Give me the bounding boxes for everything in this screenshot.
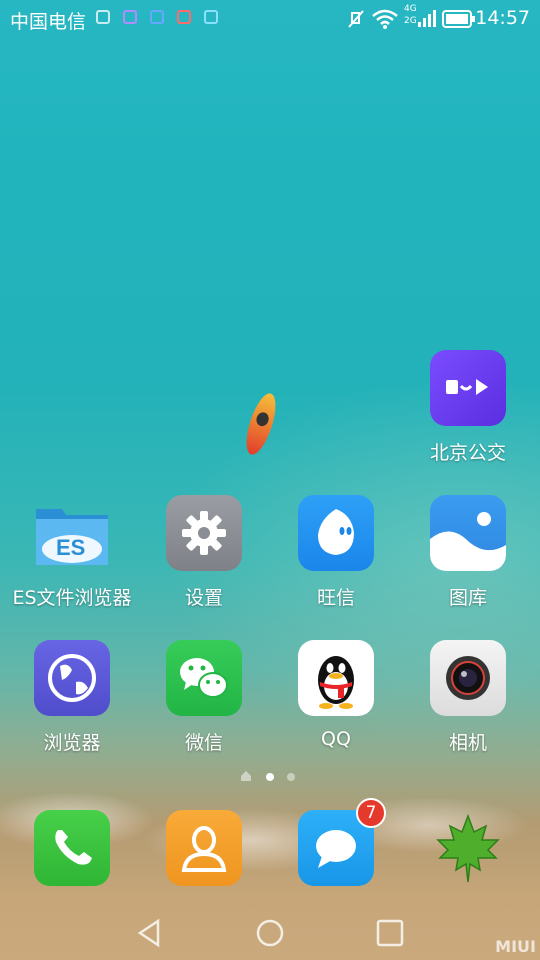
dock-greenify[interactable] — [408, 810, 528, 886]
phone-icon — [34, 810, 110, 886]
gallery-icon — [96, 10, 110, 24]
signal-icon — [418, 10, 436, 27]
huawei-icon — [177, 10, 191, 24]
app-label: 浏览器 — [43, 732, 101, 754]
app-settings[interactable]: 设置 — [144, 495, 264, 610]
page-dot-1[interactable] — [266, 773, 274, 781]
camera-icon — [430, 640, 506, 716]
app-camera[interactable]: 相机 — [408, 640, 528, 755]
contacts-icon — [166, 810, 242, 886]
navigation-bar: MIUI — [0, 905, 540, 960]
svg-text:ES: ES — [56, 535, 85, 560]
globe-icon — [34, 640, 110, 716]
app-es-file-browser[interactable]: ES ES文件浏览器 — [12, 495, 132, 610]
home-page-icon — [241, 771, 251, 781]
folder-icon: ES — [34, 495, 110, 571]
clock: 14:57 — [475, 7, 530, 29]
app-gallery[interactable]: 图库 — [408, 495, 528, 610]
network-4g: 4G — [404, 4, 417, 14]
page-indicator — [0, 770, 540, 782]
wangxin-icon — [298, 495, 374, 571]
app-qq[interactable]: QQ — [276, 640, 396, 750]
recents-icon[interactable] — [370, 915, 410, 951]
app-label: QQ — [321, 728, 351, 750]
bus-icon — [430, 350, 506, 426]
app-wechat[interactable]: 微信 — [144, 640, 264, 755]
unread-badge: 7 — [356, 798, 386, 828]
app-label: 设置 — [184, 587, 223, 609]
wifi-icon — [372, 9, 398, 29]
back-icon[interactable] — [130, 915, 170, 951]
sim-icon — [150, 10, 164, 24]
app-beijing-bus[interactable]: 北京公交 — [408, 350, 528, 465]
shield-icon — [204, 10, 218, 24]
carrier-name: 中国电信 — [10, 11, 87, 33]
penguin-icon — [298, 640, 374, 716]
app-label: 旺信 — [316, 587, 355, 609]
battery-icon — [442, 10, 475, 28]
miui-watermark: MIUI — [495, 937, 536, 956]
home-icon[interactable] — [250, 915, 290, 951]
app-label: 图库 — [448, 587, 487, 609]
gallery-icon — [430, 495, 506, 571]
dock-messages[interactable]: 7 — [276, 798, 396, 886]
app-label: 微信 — [184, 732, 223, 754]
page-dot-2[interactable] — [287, 773, 295, 781]
status-bar: 中国电信 4G 2G 14:57 — [0, 0, 540, 38]
app-browser[interactable]: 浏览器 — [12, 640, 132, 755]
network-2g: 2G — [404, 16, 417, 26]
gear-icon — [166, 495, 242, 571]
app-label: 相机 — [448, 732, 487, 754]
app-label: ES文件浏览器 — [12, 587, 132, 609]
mute-icon — [348, 10, 364, 28]
wechat-icon — [166, 640, 242, 716]
app-wangxin[interactable]: 旺信 — [276, 495, 396, 610]
app-label: 北京公交 — [429, 442, 506, 464]
wallpaper-kayak — [240, 390, 282, 458]
maple-leaf-icon — [430, 810, 506, 886]
dock-contacts[interactable] — [144, 810, 264, 886]
keyboard-icon — [123, 10, 137, 24]
dock-phone[interactable] — [12, 810, 132, 886]
